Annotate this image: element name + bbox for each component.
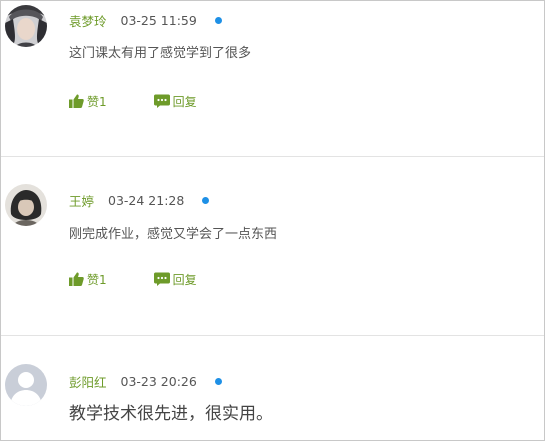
comment-meta: 袁梦玲 03-25 11:59 (69, 10, 222, 30)
comment-actions: 赞1 回复 (69, 271, 197, 287)
timestamp: 03-25 11:59 (120, 12, 197, 28)
status-dot-icon (214, 16, 222, 24)
comment-text: 刚完成作业，感觉又学会了一点东西 (69, 227, 278, 242)
avatar[interactable] (5, 5, 47, 47)
reply-bubble-icon (153, 94, 170, 108)
timestamp: 03-23 20:26 (120, 373, 197, 389)
reply-button[interactable]: 回复 (153, 271, 197, 288)
status-dot-icon (214, 377, 222, 385)
comment-meta: 彭阳红 03-23 20:26 (69, 371, 222, 391)
reply-label: 回复 (172, 272, 197, 287)
comment-text: 这门课太有用了感觉学到了很多 (69, 46, 252, 61)
comment-meta: 王婷 03-24 21:28 (69, 190, 210, 210)
reply-label: 回复 (172, 94, 197, 109)
like-label: 赞1 (87, 94, 107, 109)
timestamp: 03-24 21:28 (108, 192, 185, 208)
avatar[interactable] (5, 184, 47, 226)
username[interactable]: 彭阳红 (69, 372, 107, 391)
comment-item: 彭阳红 03-23 20:26 教学技术很先进，很实用。 (1, 336, 544, 440)
avatar[interactable] (5, 364, 47, 406)
reply-button[interactable]: 回复 (153, 93, 197, 110)
status-dot-icon (202, 196, 210, 204)
comment-item: 王婷 03-24 21:28 刚完成作业，感觉又学会了一点东西 赞1 回复 (1, 157, 544, 335)
comment-list: 袁梦玲 03-25 11:59 这门课太有用了感觉学到了很多 赞1 回复 王婷 … (0, 0, 545, 441)
like-button[interactable]: 赞1 (69, 93, 107, 110)
comment-text: 教学技术很先进，很实用。 (69, 404, 273, 424)
thumbs-up-icon (69, 94, 84, 108)
username[interactable]: 袁梦玲 (69, 11, 107, 30)
like-button[interactable]: 赞1 (69, 271, 107, 288)
reply-bubble-icon (153, 272, 170, 286)
thumbs-up-icon (69, 272, 84, 286)
comment-item: 袁梦玲 03-25 11:59 这门课太有用了感觉学到了很多 赞1 回复 (1, 1, 544, 156)
comment-actions: 赞1 回复 (69, 93, 197, 109)
username[interactable]: 王婷 (69, 191, 94, 210)
like-label: 赞1 (87, 272, 107, 287)
